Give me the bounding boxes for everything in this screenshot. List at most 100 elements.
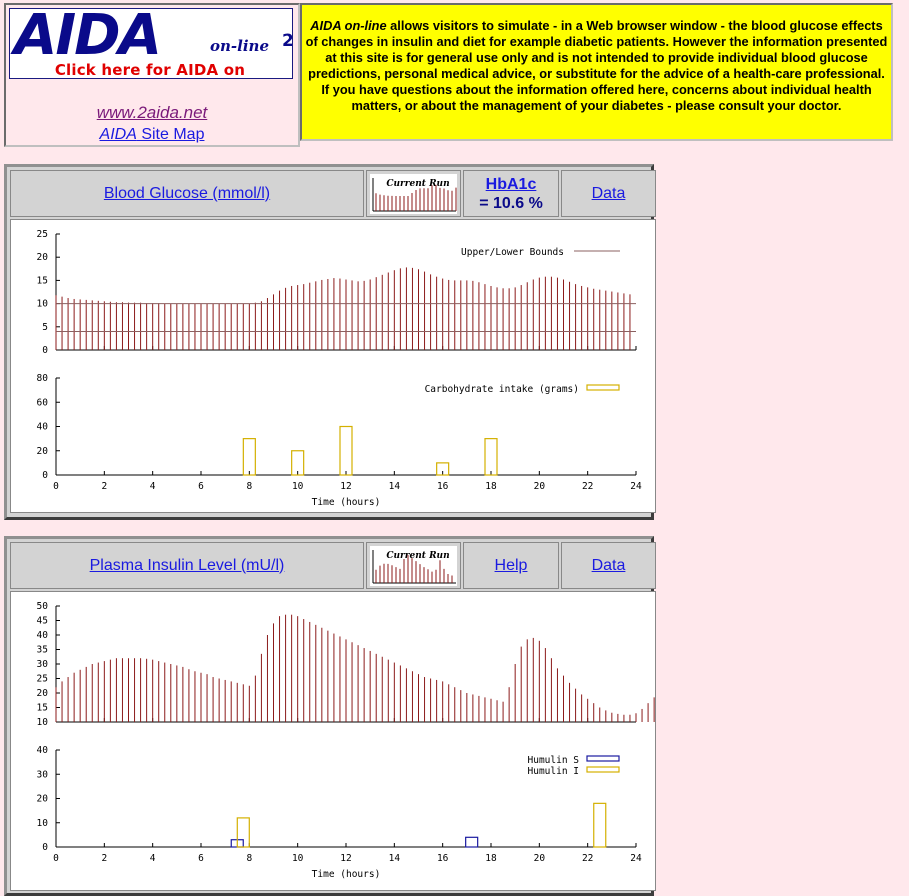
- humulin-s-legend-swatch: [586, 755, 620, 762]
- disclaimer-lead: AIDA on-line: [310, 18, 387, 33]
- humulin-x-tick-label: 4: [150, 853, 156, 864]
- humulin-i-legend-label: Humulin I: [528, 766, 579, 777]
- glucose-y-tick-label: 20: [37, 252, 49, 263]
- insulin-y-tick-label: 25: [37, 674, 48, 685]
- insulin-data-cell: Data: [561, 542, 656, 589]
- insulin-help-cell: Help: [463, 542, 559, 589]
- glucose-thumbnail[interactable]: Current Run: [370, 173, 457, 214]
- carb-legend-label: Carbohydrate intake (grams): [425, 384, 579, 395]
- carb-x-tick-label: 14: [389, 481, 401, 492]
- humulin-i-legend-swatch: [586, 766, 620, 773]
- glucose-panel: Blood Glucose (mmol/l) Current Run HbA1c…: [4, 164, 656, 520]
- humulin-x-tick-label: 10: [292, 853, 304, 864]
- glucose-title-link[interactable]: Blood Glucose (mmol/l): [104, 185, 270, 203]
- carb-x-tick-label: 22: [582, 481, 593, 492]
- logo-banner[interactable]: AIDA on-line 2 Click here for AIDA on Fa…: [9, 8, 293, 79]
- carb-x-axis-label: Time (hours): [312, 497, 381, 508]
- glucose-charts: 0510152025Upper/Lower Bounds0204060800 2 4…: [37, 229, 642, 508]
- carb-y-tick-label: 0: [42, 470, 48, 481]
- carb-y-tick-label: 80: [37, 373, 49, 384]
- humulin-x-tick-label: 0: [53, 853, 59, 864]
- humulin-x-axis-label: Time (hours): [312, 869, 381, 880]
- hba1c-value: = 10.6 %: [479, 194, 543, 212]
- carb-x-tick-label: 12: [340, 481, 351, 492]
- carb-x-tick-label: 4: [150, 481, 156, 492]
- insulin-y-tick-label: 30: [37, 659, 49, 670]
- insulin-y-tick-label: 40: [37, 630, 49, 641]
- carb-legend-swatch: [586, 384, 620, 391]
- humulin-y-tick-label: 30: [37, 769, 49, 780]
- humulin-y-tick-label: 0: [42, 842, 48, 853]
- carb-x-tick-label: 18: [485, 481, 497, 492]
- carb-x-tick-label: 10: [292, 481, 304, 492]
- thumb-label: Current Run: [386, 179, 449, 189]
- glucose-thumb-cell: Current Run: [366, 170, 461, 217]
- carb-x-tick-label: 20: [534, 481, 546, 492]
- carb-x-tick-label: 6: [198, 481, 204, 492]
- humulin-x-tick-label: 22: [582, 853, 593, 864]
- insulin-y-tick-label: 15: [37, 703, 48, 714]
- carb-y-tick-label: 20: [37, 446, 49, 457]
- insulin-chart-area: 10 15 20 25 30 35 40 45 50 0 10 20 30 40 0 2 4 6 8 10 12 14 16…: [10, 591, 656, 891]
- insulin-y-tick-label: 20: [37, 688, 49, 699]
- glucose-y-tick-label: 0: [42, 345, 48, 356]
- humulin-s-legend-label: Humulin S: [528, 755, 580, 766]
- insulin-y-tick-label: 35: [37, 645, 48, 656]
- insulin-title-link[interactable]: Plasma Insulin Level (mU/l): [90, 557, 285, 575]
- carb-y-tick-label: 40: [37, 422, 49, 433]
- carb-bar: [339, 425, 353, 476]
- sitemap-line: AIDA Site Map: [6, 126, 298, 144]
- insulin-title-cell: Plasma Insulin Level (mU/l): [10, 542, 364, 589]
- sitemap-italic: AIDA: [99, 126, 137, 143]
- carb-x-tick-label: 0: [53, 481, 59, 492]
- humulin-x-tick-label: 6: [198, 853, 204, 864]
- logo-online-text: on-line: [210, 37, 269, 55]
- glucose-y-tick-label: 5: [42, 322, 48, 333]
- humulin-y-tick-label: 10: [37, 818, 49, 829]
- glucose-y-tick-label: 15: [37, 275, 48, 286]
- thumb-label: Current Run: [386, 551, 449, 561]
- glucose-data-link[interactable]: Data: [592, 185, 626, 203]
- carb-bar: [484, 438, 498, 476]
- humulin-x-tick-label: 8: [246, 853, 252, 864]
- insulin-help-link[interactable]: Help: [495, 557, 528, 575]
- logo-superscript: 2: [282, 31, 293, 51]
- disclaimer-box: AIDA on-line allows visitors to simulate…: [300, 3, 893, 141]
- hba1c-link[interactable]: HbA1c: [486, 175, 537, 194]
- glucose-data-cell: Data: [561, 170, 656, 217]
- carb-x-tick-label: 24: [630, 481, 642, 492]
- insulin-y-tick-label: 10: [37, 717, 49, 728]
- carb-bar: [242, 438, 256, 476]
- carb-x-tick-label: 8: [246, 481, 252, 492]
- humulin-x-tick-label: 2: [101, 853, 107, 864]
- humulin-x-tick-label: 18: [485, 853, 497, 864]
- disclaimer-text: allows visitors to simulate - in a Web b…: [305, 18, 888, 113]
- humulin-y-tick-label: 20: [37, 794, 49, 805]
- facebook-link[interactable]: Click here for AIDA on Facebook: [14, 61, 286, 78]
- insulin-thumbnail[interactable]: Current Run: [370, 545, 457, 586]
- carb-x-tick-label: 16: [437, 481, 449, 492]
- humulin-x-tick-label: 24: [630, 853, 642, 864]
- humulin-bar: [593, 802, 607, 848]
- insulin-data-link[interactable]: Data: [592, 557, 626, 575]
- page-header: AIDA on-line 2 Click here for AIDA on Fa…: [4, 3, 901, 147]
- site-url-link[interactable]: www.2aida.net: [6, 103, 298, 123]
- insulin-y-tick-label: 50: [37, 601, 49, 612]
- insulin-thumb-cell: Current Run: [366, 542, 461, 589]
- carb-x-tick-label: 2: [101, 481, 107, 492]
- aida-logo: AIDA: [14, 8, 162, 68]
- humulin-y-tick-label: 40: [37, 745, 49, 756]
- sitemap-rest: Site Map: [136, 126, 205, 143]
- humulin-x-tick-label: 14: [389, 853, 401, 864]
- glucose-y-tick-label: 25: [37, 229, 48, 240]
- humulin-x-tick-label: 20: [534, 853, 546, 864]
- logo-cell: AIDA on-line 2 Click here for AIDA on Fa…: [4, 3, 300, 147]
- insulin-y-tick-label: 45: [37, 616, 48, 627]
- humulin-x-tick-label: 16: [437, 853, 449, 864]
- sitemap-link[interactable]: AIDA Site Map: [100, 126, 205, 143]
- glucose-chart-area: 0 5 10 15 20 25 Upper/Lower Bounds 0 20 40 60 80 0 2 4…: [10, 219, 656, 513]
- insulin-charts: 1015202530354045500102030400 2 4 6 8 10 12 14 16…: [37, 601, 655, 880]
- humulin-bar: [465, 836, 479, 848]
- hba1c-cell: HbA1c = 10.6 %: [463, 170, 559, 217]
- glucose-y-tick-label: 10: [37, 299, 49, 310]
